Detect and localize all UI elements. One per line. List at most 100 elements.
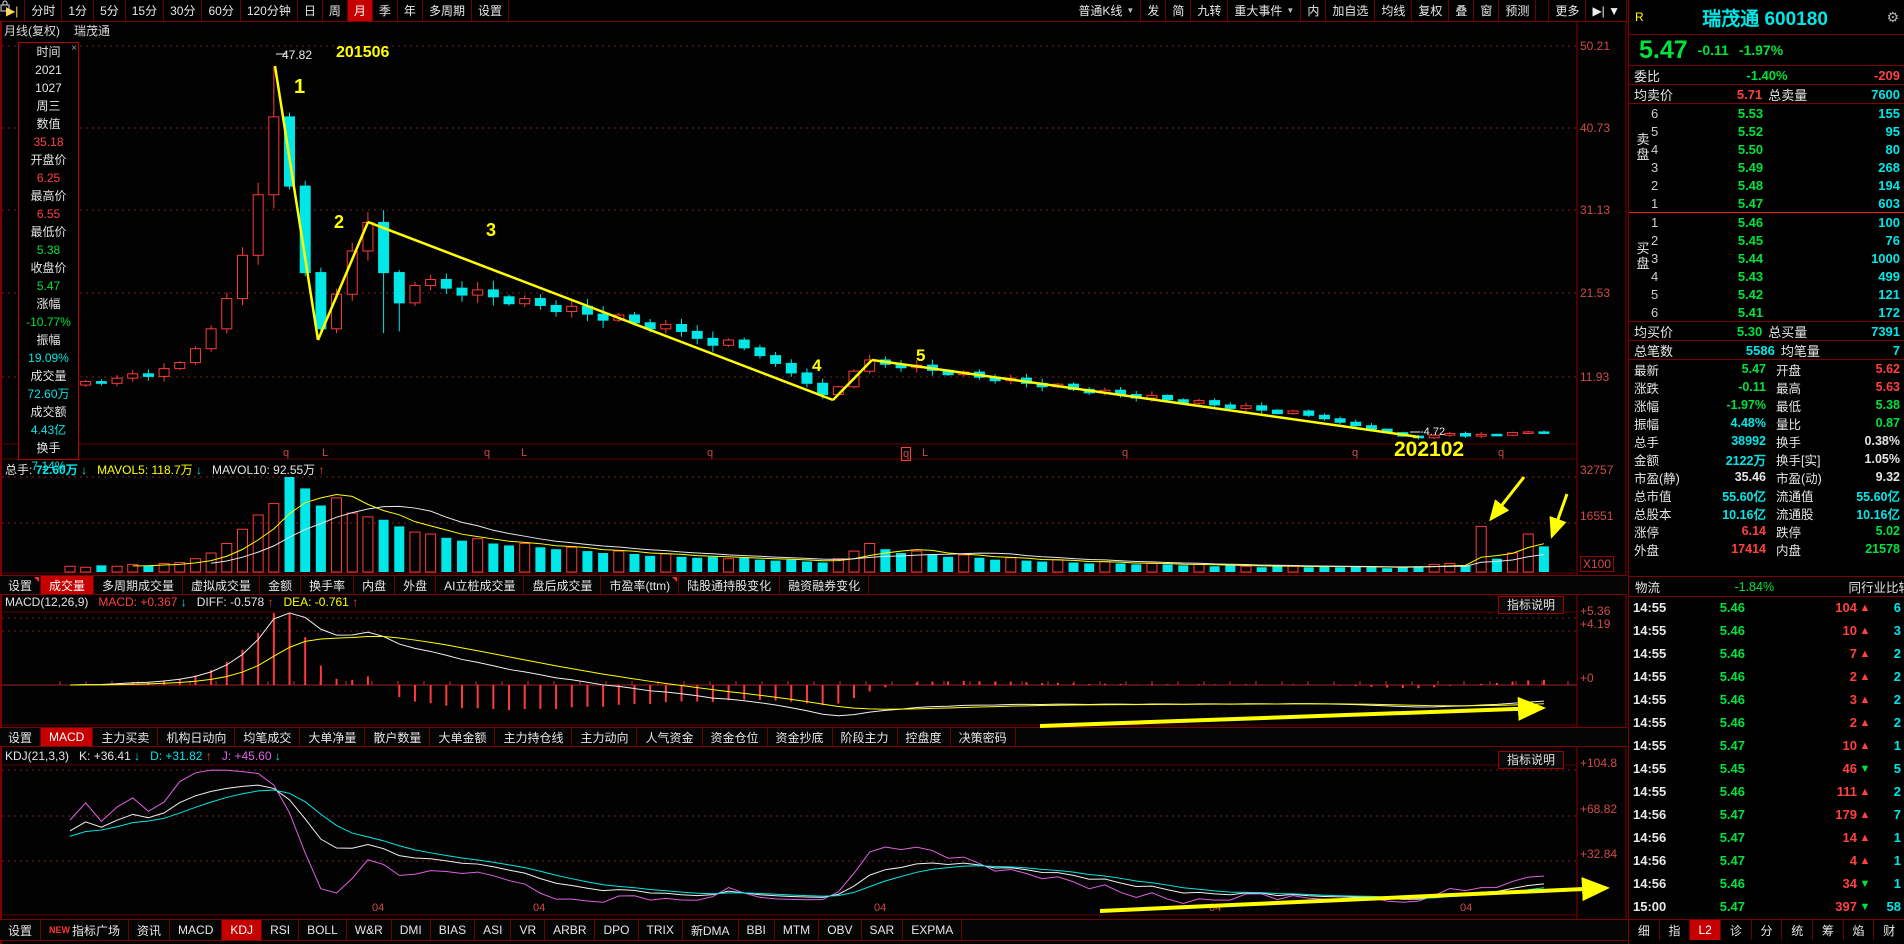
indicator-tab-OBV[interactable]: OBV <box>819 920 862 940</box>
avg-sell-value: 5.71 <box>1736 86 1763 102</box>
volume-tab-金额[interactable]: 金额 <box>260 576 302 594</box>
candle-down <box>299 185 311 274</box>
indicator-tab-BBI[interactable]: BBI <box>739 920 775 940</box>
indicator-tab-指标广场[interactable]: NEW 指标广场 <box>41 920 130 940</box>
macd-tab-主力买卖[interactable]: 主力买卖 <box>93 728 159 746</box>
tick-row[interactable]: 14:55 5.47 10 ▲ 1 <box>1629 734 1904 757</box>
gear-icon[interactable]: ⚙ <box>1886 9 1899 26</box>
macd-tab-决策密码[interactable]: 决策密码 <box>951 728 1016 746</box>
tick-row[interactable]: 14:55 5.46 2 ▲ 2 <box>1629 665 1904 688</box>
macd-tab-主力动向[interactable]: 主力动向 <box>572 728 638 746</box>
indicator-tab-RSI[interactable]: RSI <box>262 920 300 940</box>
quote-tab-筹[interactable]: 筹 <box>1813 920 1844 940</box>
industry-compare-link[interactable]: 同行业比较 <box>1849 577 1904 596</box>
indicator-tab-DPO[interactable]: DPO <box>595 920 639 940</box>
tick-row[interactable]: 14:55 5.46 3 ▲ 2 <box>1629 688 1904 711</box>
tick-row[interactable]: 14:56 5.47 179 ▲ 7 <box>1629 803 1904 826</box>
sector-name[interactable]: 物流 <box>1635 577 1660 596</box>
indicator-tab-VR[interactable]: VR <box>511 920 546 940</box>
tick-row[interactable]: 15:00 5.47 397 ▼ 58 <box>1629 895 1904 918</box>
tick-row[interactable]: 14:55 5.46 2 ▲ 2 <box>1629 711 1904 734</box>
volume-tab-市盈率(ttm)[interactable]: 市盈率(ttm) <box>601 576 680 594</box>
tick-count: 7 <box>1893 807 1901 822</box>
indicator-tab-EXPMA[interactable]: EXPMA <box>903 920 963 940</box>
stats-block: 最新 5.47 开盘 5.62 涨跌 -0.11 最高 5.63 涨幅 -1.97% 最低 5.38 振… <box>1629 360 1904 558</box>
quote-tab-焰[interactable]: 焰 <box>1844 920 1875 940</box>
up-arrow-icon: ▲ <box>1859 785 1871 798</box>
quote-tab-指[interactable]: 指 <box>1660 920 1691 940</box>
data-tooltip-box[interactable]: × 时间 2021 1027 周三 数值 35.18 开盘价 6.25 最高价 6.55 最低价 5.… <box>18 42 79 473</box>
volume-bar-down <box>1162 564 1173 572</box>
indicator-tab-资讯[interactable]: 资讯 <box>129 920 171 940</box>
indicator-tab-DMI[interactable]: DMI <box>392 920 431 940</box>
tick-list[interactable]: 14:55 5.46 104 ▲ 6 14:55 5.46 10 ▲ 3 14:55 5.46 7 ▲ 2 1… <box>1629 596 1904 918</box>
tab-label: EXPMA <box>911 923 954 937</box>
quote-tab-分[interactable]: 分 <box>1752 920 1783 940</box>
indicator-tab-W&R[interactable]: W&R <box>347 920 392 940</box>
indicator-tab-TRIX[interactable]: TRIX <box>639 920 683 940</box>
tick-row[interactable]: 14:55 5.46 111 ▲ 2 <box>1629 780 1904 803</box>
indicator-tab-MTM[interactable]: MTM <box>775 920 820 940</box>
tick-count: 1 <box>1893 876 1901 891</box>
stat-value: 35.46 <box>1734 470 1766 484</box>
tab-label: 新DMA <box>690 923 730 938</box>
macd-tab-主力持仓线[interactable]: 主力持仓线 <box>495 728 573 746</box>
volume-tab-换手率[interactable]: 换手率 <box>301 576 355 594</box>
quote-tab-L2[interactable]: L2 <box>1690 920 1722 940</box>
up-arrow-icon: ▲ <box>1859 624 1871 637</box>
candle-down <box>1318 414 1330 420</box>
quote-tab-细[interactable]: 细 <box>1629 920 1660 940</box>
level-price: 5.53 <box>1737 105 1764 121</box>
tick-row[interactable]: 14:55 5.46 104 ▲ 6 <box>1629 596 1904 619</box>
macd-tab-控盘度[interactable]: 控盘度 <box>898 728 951 746</box>
macd-tab-散户数量[interactable]: 散户数量 <box>365 728 431 746</box>
volume-tab-陆股通持股变化[interactable]: 陆股通持股变化 <box>679 576 781 594</box>
volume-tab-虚拟成交量[interactable]: 虚拟成交量 <box>183 576 261 594</box>
volume-tab-成交量[interactable]: 成交量 <box>41 576 95 594</box>
macd-tab-大单净量[interactable]: 大单净量 <box>300 728 366 746</box>
macd-help-button[interactable]: 指标说明 <box>1498 596 1565 614</box>
indicator-tab-KDJ[interactable]: KDJ <box>222 920 263 940</box>
volume-tab-多周期成交量[interactable]: 多周期成交量 <box>94 576 184 594</box>
stat-label: 外盘 <box>1634 543 1660 558</box>
volume-tab-设置[interactable]: 设置 <box>0 576 42 594</box>
macd-tab-人气资金[interactable]: 人气资金 <box>637 728 703 746</box>
volume-tab-外盘[interactable]: 外盘 <box>395 576 437 594</box>
macd-tab-资金抄底[interactable]: 资金抄底 <box>768 728 833 746</box>
tick-row[interactable]: 14:55 5.46 10 ▲ 3 <box>1629 619 1904 642</box>
volume-tab-融资融券变化[interactable]: 融资融券变化 <box>780 576 870 594</box>
macd-tab-大单金额[interactable]: 大单金额 <box>430 728 496 746</box>
tick-row[interactable]: 14:55 5.45 46 ▼ 5 <box>1629 757 1904 780</box>
indicator-tab-MACD[interactable]: MACD <box>170 920 223 940</box>
indicator-tab-BOLL[interactable]: BOLL <box>299 920 347 940</box>
tick-price: 5.46 <box>1719 646 1745 661</box>
tick-row[interactable]: 14:56 5.47 14 ▲ 1 <box>1629 826 1904 849</box>
indicator-tab-设置[interactable]: 设置 <box>0 920 42 940</box>
volume-tab-AI立桩成交量[interactable]: AI立桩成交量 <box>436 576 525 594</box>
close-icon[interactable]: × <box>71 43 77 54</box>
main-y-label-1: 40.73 <box>1580 121 1611 135</box>
macd-tab-设置[interactable]: 设置 <box>0 728 42 746</box>
macd-tab-机构日动向[interactable]: 机构日动向 <box>158 728 236 746</box>
indicator-tab-ASI[interactable]: ASI <box>475 920 512 940</box>
indicator-tab-SAR[interactable]: SAR <box>862 920 904 940</box>
volume-tab-内盘[interactable]: 内盘 <box>354 576 396 594</box>
macd-tab-阶段主力[interactable]: 阶段主力 <box>833 728 898 746</box>
quote-tab-统[interactable]: 统 <box>1782 920 1814 940</box>
tick-row[interactable]: 14:55 5.46 7 ▲ 2 <box>1629 642 1904 665</box>
tick-row[interactable]: 14:56 5.47 4 ▲ 1 <box>1629 849 1904 872</box>
quote-tab-财[interactable]: 财 <box>1874 920 1904 940</box>
volume-bar-up <box>1507 552 1519 573</box>
tick-row[interactable]: 14:56 5.46 34 ▼ 1 <box>1629 872 1904 895</box>
kdj-help-button[interactable]: 指标说明 <box>1498 751 1565 769</box>
tab-label: 多周期成交量 <box>102 578 175 593</box>
quote-tab-诊[interactable]: 诊 <box>1721 920 1752 940</box>
indicator-tab-BIAS[interactable]: BIAS <box>431 920 476 940</box>
macd-tab-MACD[interactable]: MACD <box>41 728 94 746</box>
volume-tab-盘后成交量[interactable]: 盘后成交量 <box>524 576 602 594</box>
tick-price: 5.47 <box>1719 830 1745 845</box>
macd-tab-均笔成交[interactable]: 均笔成交 <box>235 728 301 746</box>
macd-tab-资金仓位[interactable]: 资金仓位 <box>703 728 768 746</box>
indicator-tab-新DMA[interactable]: 新DMA <box>683 920 739 940</box>
indicator-tab-ARBR[interactable]: ARBR <box>545 920 596 940</box>
